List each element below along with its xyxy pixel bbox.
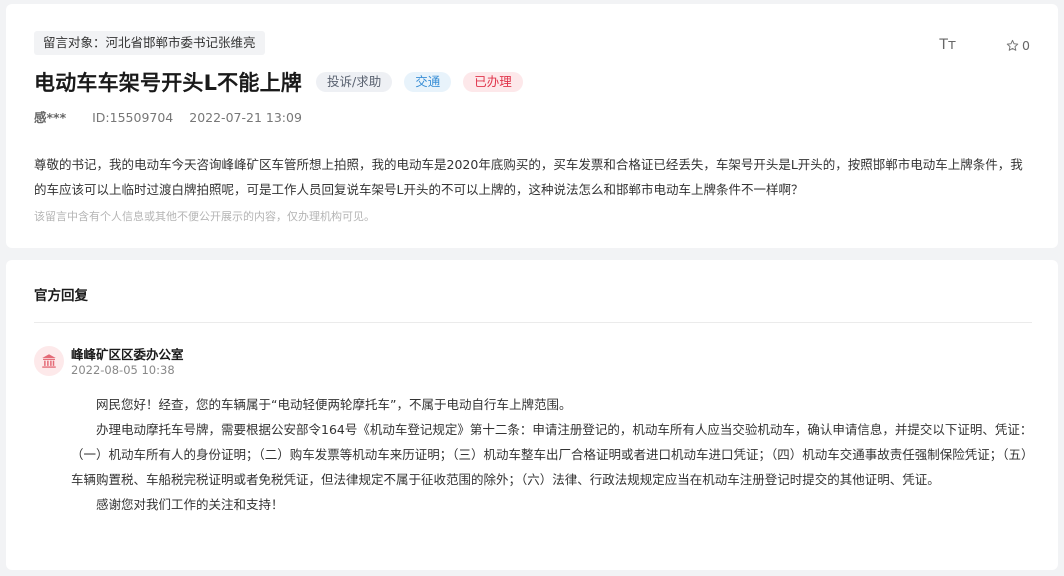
- message-id: ID:15509704: [92, 110, 174, 125]
- category-badge: 投诉/求助: [315, 72, 393, 92]
- title-row: 电动车车架号开头L不能上牌 投诉/求助 交通 已办理: [34, 67, 523, 97]
- divider: [34, 322, 1032, 323]
- avatar: [34, 346, 64, 376]
- message-toolbar: Tт 0: [939, 37, 1030, 53]
- author-name: 感***: [34, 110, 67, 125]
- reply-body: 网民您好！经查，您的车辆属于“电动轻便两轮摩托车”，不属于电动自行车上牌范围。 …: [71, 392, 1033, 517]
- font-size-button[interactable]: Tт: [939, 37, 956, 53]
- message-target: 留言对象：河北省邯郸市委书记张维亮: [34, 31, 265, 55]
- reply-time: 2022-08-05 10:38: [71, 363, 175, 377]
- reply-paragraph: 网民您好！经查，您的车辆属于“电动轻便两轮摩托车”，不属于电动自行车上牌范围。: [96, 397, 572, 412]
- message-meta: 感*** ID:15509704 2022-07-21 13:09: [34, 107, 302, 126]
- reply-card: 官方回复 峰峰矿区区委办公室 2022-08-05 10:38 网民您好！经查，…: [6, 260, 1058, 570]
- message-card: 留言对象：河北省邯郸市委书记张维亮 Tт 0 电动车车架号开头L不能上牌 投诉/…: [6, 4, 1058, 248]
- reply-section-title: 官方回复: [34, 288, 88, 304]
- privacy-notice: 该留言中含有个人信息或其他不便公开展示的内容，仅办理机构可见。: [34, 210, 375, 223]
- reply-paragraph: 办理电动摩托车号牌，需要根据公安部令164号《机动车登记规定》第十二条：申请注册…: [71, 422, 1033, 487]
- page-title: 电动车车架号开头L不能上牌: [34, 71, 302, 95]
- status-badge: 已办理: [463, 72, 523, 92]
- favorite-button[interactable]: 0: [1006, 38, 1030, 53]
- message-time: 2022-07-21 13:09: [189, 110, 302, 125]
- message-content: 尊敬的书记，我的电动车今天咨询峰峰矿区车管所想上拍照，我的电动车是2020年底购…: [34, 157, 1023, 197]
- government-building-icon: [42, 354, 56, 368]
- star-icon: [1006, 39, 1019, 51]
- favorite-count: 0: [1022, 37, 1030, 53]
- reply-paragraph: 感谢您对我们工作的关注和支持！: [96, 497, 284, 512]
- field-badge: 交通: [404, 72, 452, 92]
- reply-org-name: 峰峰矿区区委办公室: [71, 347, 184, 362]
